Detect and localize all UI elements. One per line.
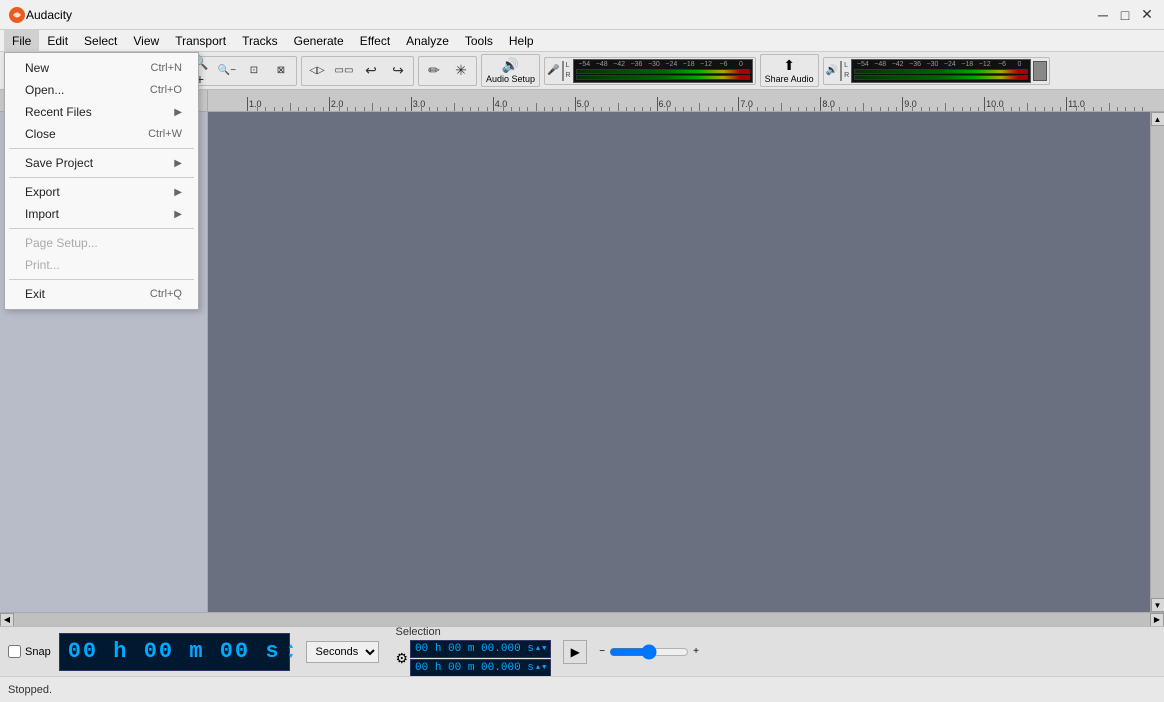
file-close[interactable]: Close Ctrl+W bbox=[5, 123, 198, 145]
file-page-setup: Page Setup... bbox=[5, 232, 198, 254]
title-text: Audacity bbox=[26, 8, 1156, 22]
track-canvas bbox=[208, 112, 1150, 612]
speed-min-label: − bbox=[599, 646, 605, 657]
menu-item-view[interactable]: View bbox=[125, 30, 167, 52]
scroll-left-button[interactable]: ◀ bbox=[0, 613, 14, 627]
separator-3 bbox=[9, 228, 194, 229]
time-spin-up[interactable]: ▲ bbox=[288, 642, 295, 652]
separator-4 bbox=[9, 279, 194, 280]
menu-item-tracks[interactable]: Tracks bbox=[234, 30, 286, 52]
time-spinners: ▲ ▼ bbox=[288, 642, 295, 662]
scroll-up-button[interactable]: ▲ bbox=[1151, 112, 1164, 126]
playback-speed-slider[interactable] bbox=[609, 646, 689, 658]
title-bar: Audacity ─ □ ✕ bbox=[0, 0, 1164, 30]
menu-item-effect[interactable]: Effect bbox=[352, 30, 398, 52]
menu-item-generate[interactable]: Generate bbox=[286, 30, 352, 52]
selection-time-2: 00 h 00 m 00.000 s ▲ ▼ bbox=[410, 659, 551, 677]
file-save-project[interactable]: Save Project ▶ bbox=[5, 152, 198, 174]
file-new[interactable]: New Ctrl+N bbox=[5, 57, 198, 79]
sel-spin-up-2[interactable]: ▲ bbox=[536, 664, 540, 672]
scroll-track[interactable] bbox=[1151, 126, 1164, 598]
maximize-button[interactable]: □ bbox=[1116, 6, 1134, 24]
time-unit-select[interactable]: Seconds Beats Samples bbox=[306, 641, 379, 663]
bottom-bar: Snap 00 h 00 m 00 s ▲ ▼ Seconds Beats Sa… bbox=[0, 626, 1164, 676]
selection-time-1: 00 h 00 m 00.000 s ▲ ▼ bbox=[410, 640, 551, 658]
selection-label: Selection bbox=[395, 626, 551, 638]
file-recent-files[interactable]: Recent Files ▶ bbox=[5, 101, 198, 123]
close-button[interactable]: ✕ bbox=[1138, 6, 1156, 24]
play-bottom-button[interactable]: ▶ bbox=[563, 640, 587, 664]
ruler-right-space bbox=[1150, 90, 1164, 112]
file-print: Print... bbox=[5, 254, 198, 276]
snap-label: Snap bbox=[25, 646, 51, 658]
file-export[interactable]: Export ▶ bbox=[5, 181, 198, 203]
horizontal-scrollbar[interactable]: ◀ ▶ bbox=[0, 612, 1164, 626]
sel-spin-down-2[interactable]: ▼ bbox=[542, 664, 546, 672]
zoom-fit-button[interactable]: ⊡ bbox=[241, 58, 267, 84]
menu-item-analyze[interactable]: Analyze bbox=[398, 30, 457, 52]
draw-tool-button[interactable]: ✏ bbox=[421, 58, 447, 84]
playback-speed-slider-container: − + bbox=[599, 646, 699, 658]
menu-item-edit[interactable]: Edit bbox=[39, 30, 76, 52]
audio-setup-group: 🔊 Audio Setup bbox=[481, 54, 540, 87]
time-value: 00 h 00 m 00 s bbox=[68, 639, 281, 664]
draw-group: ✏ ✳ bbox=[418, 56, 477, 86]
input-meter-group: 🎤 LR −54 −48 −42 −36 −30 −24 −18 −12 bbox=[544, 57, 756, 85]
separator-2 bbox=[9, 177, 194, 178]
file-open[interactable]: Open... Ctrl+O bbox=[5, 79, 198, 101]
time-spin-down[interactable]: ▼ bbox=[288, 652, 295, 662]
output-slider-handle[interactable] bbox=[1033, 61, 1047, 81]
zoom-toggle-button[interactable]: ⊠ bbox=[268, 58, 294, 84]
redo-button[interactable]: ↪ bbox=[385, 58, 411, 84]
vertical-scrollbar[interactable]: ▲ ▼ bbox=[1150, 112, 1164, 612]
time-display-container: 00 h 00 m 00 s ▲ ▼ bbox=[59, 633, 295, 671]
scroll-down-button[interactable]: ▼ bbox=[1151, 598, 1164, 612]
share-audio-button[interactable]: ⬆ Share Audio bbox=[765, 57, 814, 84]
snap-checkbox[interactable] bbox=[8, 645, 21, 658]
ruler: 1.02.03.04.05.06.07.08.09.010.011.0 bbox=[208, 90, 1150, 112]
silence-button[interactable]: ▭▭ bbox=[331, 58, 357, 84]
selection-panel: Selection ⚙ 00 h 00 m 00.000 s ▲ ▼ 00 h … bbox=[395, 626, 551, 677]
sel-spin-down-1[interactable]: ▼ bbox=[542, 645, 546, 653]
speed-max-label: + bbox=[693, 646, 699, 657]
menu-item-file[interactable]: File bbox=[4, 30, 39, 52]
snap-control: Snap bbox=[8, 645, 51, 658]
app-logo bbox=[8, 6, 26, 24]
status-bar: Stopped. bbox=[0, 676, 1164, 702]
selection-gear-icon[interactable]: ⚙ bbox=[395, 650, 408, 667]
trim-button[interactable]: ◁▷ bbox=[304, 58, 330, 84]
file-exit[interactable]: Exit Ctrl+Q bbox=[5, 283, 198, 305]
separator-1 bbox=[9, 148, 194, 149]
share-audio-group: ⬆ Share Audio bbox=[760, 54, 819, 87]
minimize-button[interactable]: ─ bbox=[1094, 6, 1112, 24]
output-meter-group: 🔊 LR −54 −48 −42 −36 −30 −24 −18 −12 bbox=[823, 57, 1051, 85]
edit-group: ◁▷ ▭▭ ↩ ↪ bbox=[301, 56, 414, 86]
time-display: 00 h 00 m 00 s bbox=[59, 633, 290, 671]
undo-button[interactable]: ↩ bbox=[358, 58, 384, 84]
multi-tool-button[interactable]: ✳ bbox=[448, 58, 474, 84]
menu-item-tools[interactable]: Tools bbox=[457, 30, 501, 52]
file-dropdown: New Ctrl+N Open... Ctrl+O Recent Files ▶… bbox=[4, 52, 199, 310]
sel-spin-up-1[interactable]: ▲ bbox=[536, 645, 540, 653]
status-text: Stopped. bbox=[8, 684, 52, 696]
zoom-group: 🔍+ 🔍− ⊡ ⊠ bbox=[184, 56, 297, 86]
scroll-right-button[interactable]: ▶ bbox=[1150, 613, 1164, 627]
menu-bar: File Edit Select View Transport Tracks G… bbox=[0, 30, 1164, 52]
menu-item-help[interactable]: Help bbox=[501, 30, 542, 52]
playback-controls-bottom: ▶ bbox=[563, 640, 587, 664]
menu-item-select[interactable]: Select bbox=[76, 30, 125, 52]
file-import[interactable]: Import ▶ bbox=[5, 203, 198, 225]
hscroll-track[interactable] bbox=[14, 613, 1150, 627]
audio-setup-button[interactable]: 🔊 Audio Setup bbox=[486, 57, 535, 84]
menu-item-transport[interactable]: Transport bbox=[167, 30, 234, 52]
zoom-out-button[interactable]: 🔍− bbox=[214, 58, 240, 84]
